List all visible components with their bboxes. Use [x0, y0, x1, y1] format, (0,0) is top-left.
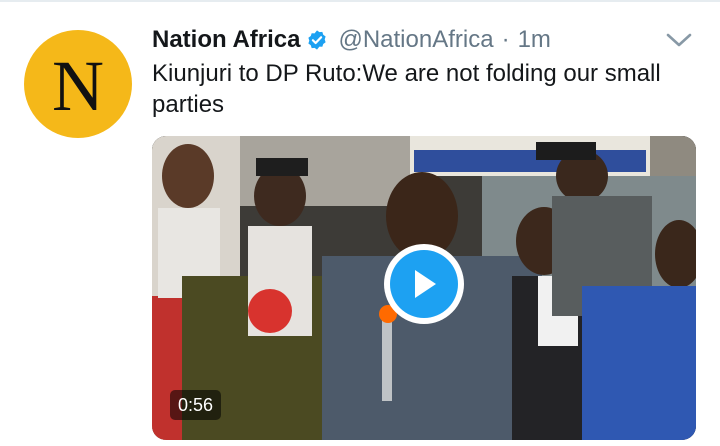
play-button[interactable]	[384, 244, 464, 324]
tweet-text: Kiunjuri to DP Ruto:We are not folding o…	[152, 60, 661, 118]
handle[interactable]: @NationAfrica	[338, 26, 493, 54]
play-button-inner	[390, 250, 458, 318]
video-duration: 0:56	[170, 390, 222, 420]
display-name[interactable]: Nation Africa	[152, 26, 300, 54]
separator-dot: ·	[501, 26, 510, 53]
avatar[interactable]: N	[24, 30, 132, 138]
video-player[interactable]: 0:56	[152, 136, 696, 440]
divider	[0, 0, 720, 2]
tweet-card[interactable]: N Nation Africa @NationAfrica · 1m Kiunj…	[0, 0, 720, 446]
timestamp[interactable]: 1m	[518, 26, 551, 54]
chevron-down-icon[interactable]	[664, 28, 694, 52]
avatar-letter: N	[52, 46, 104, 126]
tweet-header: Nation Africa @NationAfrica · 1m	[152, 24, 551, 56]
verified-badge-icon	[308, 30, 327, 50]
play-icon	[415, 270, 436, 298]
